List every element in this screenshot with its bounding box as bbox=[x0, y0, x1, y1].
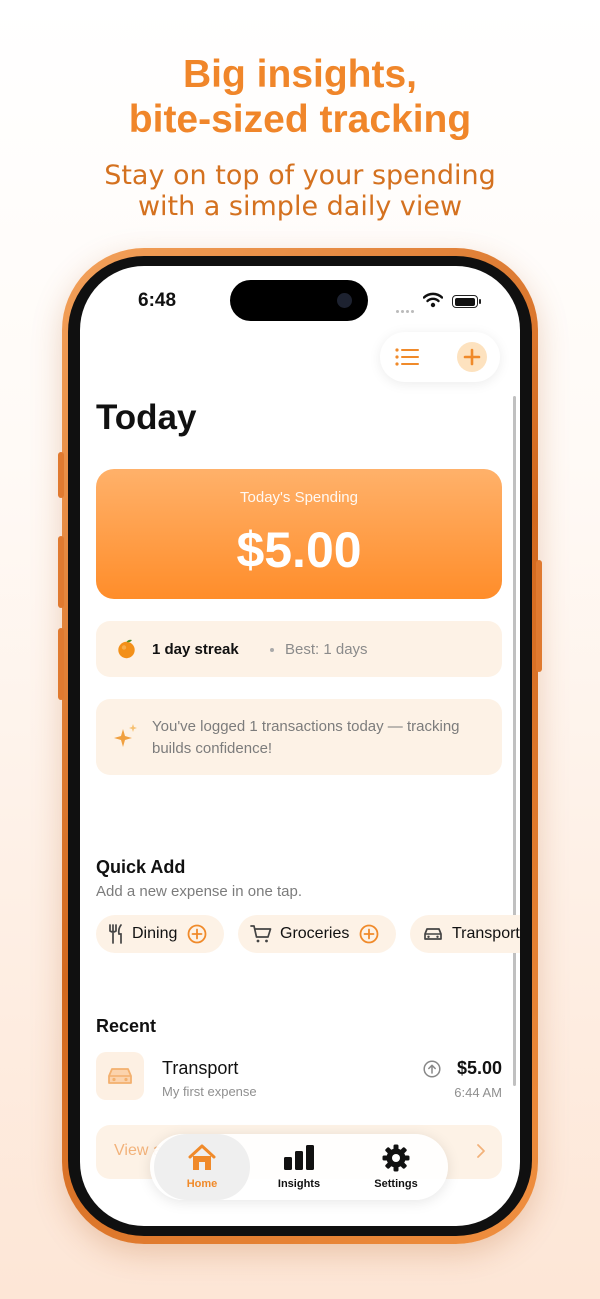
plus-circle-icon bbox=[187, 924, 207, 944]
car-icon bbox=[96, 1052, 144, 1100]
transaction-row[interactable]: Transport My first expense $5.00 6:44 AM bbox=[96, 1052, 502, 1106]
dynamic-island bbox=[230, 280, 368, 321]
quick-add-title: Quick Add bbox=[96, 857, 186, 877]
phone-screen: 6:48 Today Today's Spending $5.00 1 day … bbox=[80, 266, 520, 1226]
tab-insights[interactable]: Insights bbox=[251, 1134, 347, 1200]
cellular-signal-icon bbox=[396, 300, 416, 318]
transaction-amount: $5.00 bbox=[456, 1058, 502, 1078]
plus-icon bbox=[463, 348, 481, 366]
promo-headline: Big insights, bite-sized tracking bbox=[0, 52, 600, 142]
todays-spending-card: Today's Spending $5.00 bbox=[96, 469, 502, 599]
orange-fruit-icon bbox=[116, 638, 137, 659]
camera-lens bbox=[337, 293, 352, 308]
bar-chart-icon bbox=[251, 1144, 347, 1170]
tab-label: Home bbox=[186, 1178, 218, 1190]
transaction-time: 6:44 AM bbox=[454, 1085, 502, 1100]
transaction-name: Transport bbox=[162, 1058, 239, 1078]
tab-label: Settings bbox=[374, 1178, 418, 1190]
battery-icon bbox=[452, 295, 481, 308]
recent-title: Recent bbox=[96, 1016, 157, 1036]
streak-text: 1 day streak bbox=[152, 641, 239, 658]
wifi-icon bbox=[422, 292, 444, 313]
promo-subline-line2: with a simple daily view bbox=[137, 191, 463, 222]
phone-power-button bbox=[536, 560, 542, 672]
page-title: Today bbox=[96, 398, 197, 437]
car-icon bbox=[422, 926, 444, 942]
scrollbar[interactable] bbox=[513, 396, 516, 1086]
transaction-note: My first expense bbox=[162, 1084, 257, 1099]
quick-add-chip-transport[interactable]: Transport bbox=[410, 915, 520, 953]
phone-volume-up-button bbox=[58, 536, 64, 608]
promo-subline-line1: Stay on top of your spending bbox=[104, 160, 496, 191]
chip-label: Groceries bbox=[280, 925, 350, 942]
promo-headline-line2: bite-sized tracking bbox=[128, 98, 472, 141]
plus-circle-icon bbox=[359, 924, 379, 944]
tab-bar: Home Insights Settings bbox=[150, 1134, 448, 1200]
tip-text: You've logged 1 transactions today — tra… bbox=[152, 718, 460, 757]
fork-knife-icon bbox=[108, 924, 124, 944]
chevron-right-icon bbox=[476, 1143, 486, 1164]
phone-volume-down-button bbox=[58, 628, 64, 700]
tab-home[interactable]: Home bbox=[154, 1134, 250, 1200]
top-toolbar bbox=[380, 332, 500, 382]
spending-value: $5.00 bbox=[236, 522, 362, 578]
tip-card: You've logged 1 transactions today — tra… bbox=[96, 699, 502, 775]
tab-label: Insights bbox=[277, 1178, 321, 1190]
spending-label: Today's Spending bbox=[240, 489, 358, 506]
gear-icon bbox=[348, 1144, 444, 1172]
list-icon[interactable] bbox=[394, 345, 420, 369]
chip-label: Transport bbox=[452, 925, 520, 942]
sparkles-icon bbox=[114, 724, 138, 755]
add-expense-button[interactable] bbox=[457, 342, 487, 372]
quick-add-subtitle: Add a new expense in one tap. bbox=[96, 883, 302, 900]
promo-subline: Stay on top of your spending with a simp… bbox=[0, 160, 600, 222]
quick-add-chip-groceries[interactable]: Groceries bbox=[238, 915, 396, 953]
arrow-up-circle-icon bbox=[423, 1060, 441, 1083]
house-icon bbox=[154, 1144, 250, 1172]
chip-label: Dining bbox=[132, 925, 178, 942]
quick-add-chip-dining[interactable]: Dining bbox=[96, 915, 224, 953]
cart-icon bbox=[250, 925, 272, 943]
promo-headline-line1: Big insights, bbox=[183, 53, 417, 96]
streak-card: 1 day streak Best: 1 days bbox=[96, 621, 502, 677]
phone-action-button bbox=[58, 452, 64, 498]
status-time: 6:48 bbox=[138, 290, 177, 311]
tab-settings[interactable]: Settings bbox=[348, 1134, 444, 1200]
separator-dot bbox=[270, 648, 274, 652]
streak-best: Best: 1 days bbox=[285, 641, 368, 658]
